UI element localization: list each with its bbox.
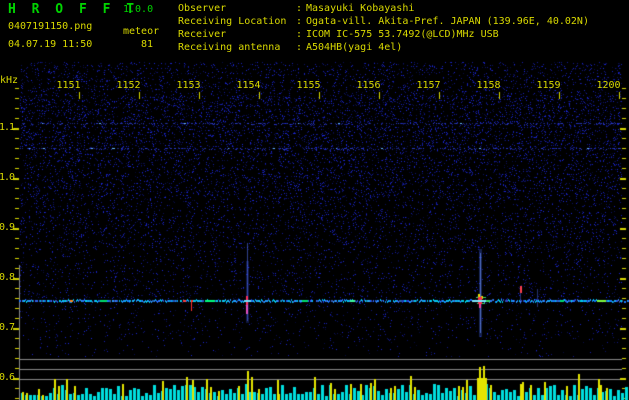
time-tick-label: 1200 [596,80,621,91]
y-axis-unit-label: kHz [0,75,19,86]
info-separator: : [296,42,303,53]
time-tick-label: 1152 [116,80,141,91]
output-filename: 0407191150.png [8,21,93,32]
time-tick-label: 1157 [416,80,441,91]
info-separator: : [296,29,303,40]
time-tick-label: 1159 [536,80,561,91]
info-separator: : [296,3,303,14]
info-row-receiver: Receiver: ICOM IC-575 53.7492(@LCD)MHz US… [178,29,499,41]
info-label: Observer [178,3,227,14]
hrofft-screen: H R O F F T 1.0.0 0407191150.png meteor … [0,0,629,400]
info-value: ICOM IC-575 53.7492(@LCD)MHz USB [306,29,499,40]
info-row-observer: Observer: Masayuki Kobayashi [178,3,414,15]
info-value: Masayuki Kobayashi [306,3,415,14]
freq-tick-label: 1.1 [0,122,15,133]
freq-tick-label: 0.6 [0,372,15,383]
time-tick-label: 1156 [356,80,381,91]
freq-tick-label: 0.8 [0,272,15,283]
observation-datetime: 04.07.19 11:50 [8,39,93,50]
info-value: Ogata-vill. Akita-Pref. JAPAN (139.96E, … [306,16,589,27]
time-tick-label: 1154 [236,80,261,91]
info-value: A504HB(yagi 4el) [306,42,403,53]
freq-tick-label: 0.9 [0,222,15,233]
echo-count: 81 [141,39,154,50]
info-label: Receiving Location [178,16,287,27]
freq-tick-label: 1.0 [0,172,15,183]
app-version: 1.0.0 [123,4,154,15]
app-title: H R O F F T [8,2,139,17]
info-row-location: Receiving Location: Ogata-vill. Akita-Pre… [178,16,589,28]
time-tick-label: 1155 [296,80,321,91]
time-tick-label: 1158 [476,80,501,91]
time-tick-label: 1153 [176,80,201,91]
freq-tick-label: 0.7 [0,322,15,333]
spectrogram-canvas [0,0,629,400]
time-tick-label: 1151 [56,80,81,91]
info-label: Receiving antenna [178,42,281,53]
observation-mode: meteor [123,26,160,37]
info-row-antenna: Receiving antenna: A504HB(yagi 4el) [178,42,402,54]
info-label: Receiver [178,29,227,40]
info-separator: : [296,16,303,27]
